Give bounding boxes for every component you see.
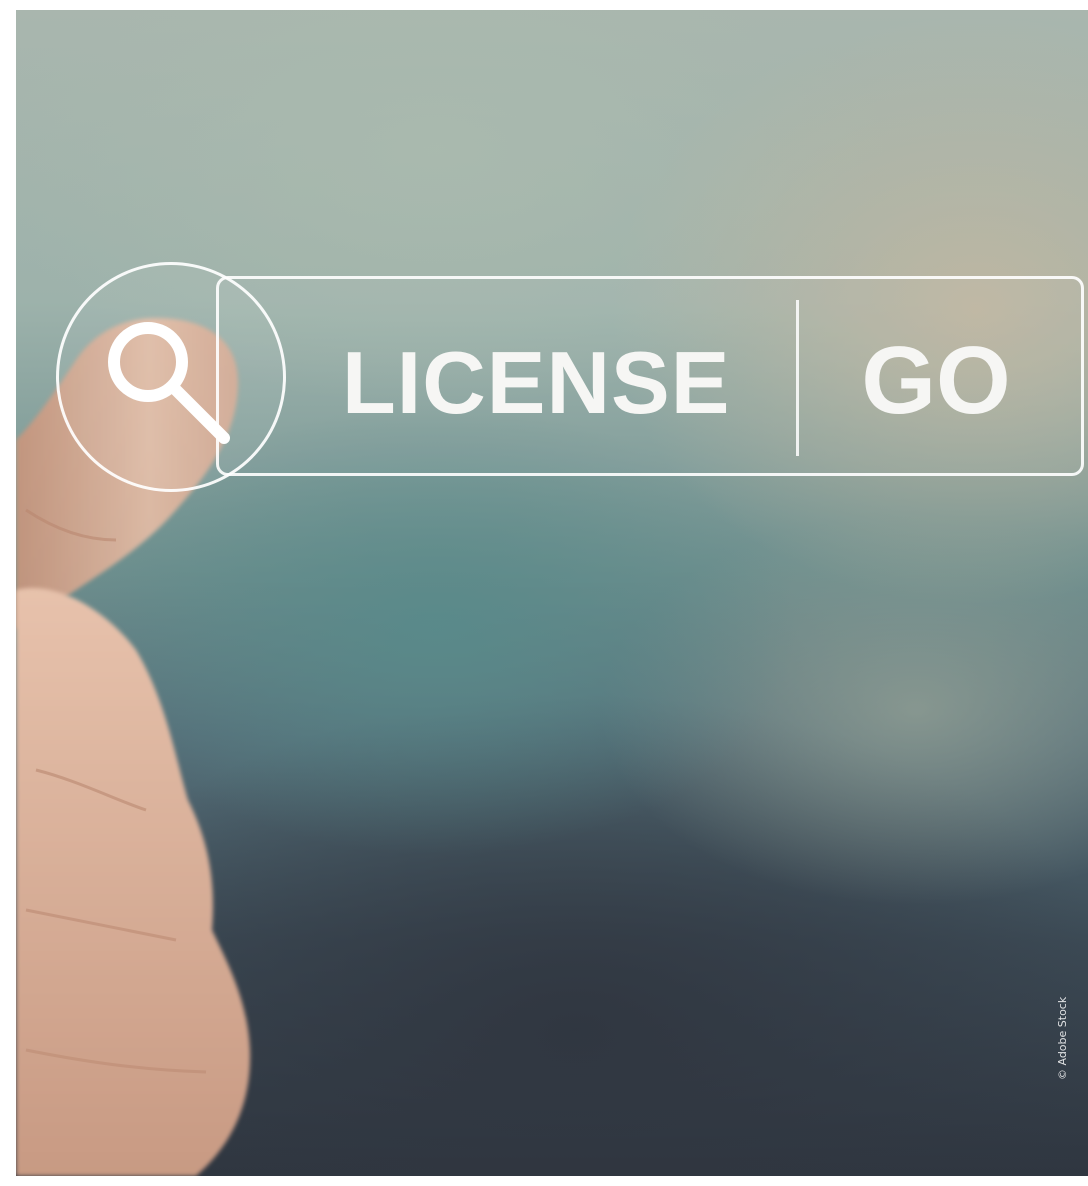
search-divider (796, 300, 799, 456)
scene-illustration (16, 318, 251, 1176)
magnifier-icon (108, 322, 230, 444)
hand (16, 588, 251, 1176)
search-query-text[interactable]: LICENSE (342, 328, 730, 438)
photo-frame: LICENSE GO © Adobe Stock (16, 10, 1088, 1176)
photo-credit: © Adobe Stock (1056, 996, 1069, 1080)
go-button[interactable]: GO (836, 316, 1036, 446)
